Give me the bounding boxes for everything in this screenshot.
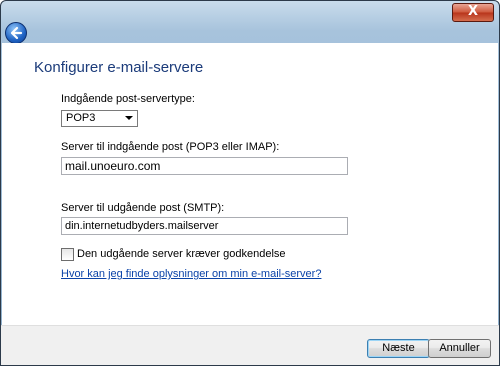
close-button[interactable]: X bbox=[452, 3, 494, 22]
auth-checkbox-label[interactable]: Den udgående server kræver godkendelse bbox=[77, 248, 286, 260]
outgoing-server-input[interactable]: din.internetudbyders.mailserver bbox=[61, 217, 348, 235]
title-bar: X bbox=[1, 1, 499, 22]
back-button[interactable] bbox=[5, 22, 27, 44]
cancel-button[interactable]: Annuller bbox=[428, 339, 491, 358]
back-arrow-icon bbox=[10, 26, 23, 40]
navigation-bar bbox=[1, 21, 499, 44]
incoming-type-select[interactable]: POP3 bbox=[61, 110, 138, 127]
wizard-content: Konfigurer e-mail-servere Indgående post… bbox=[2, 43, 498, 325]
incoming-server-label: Server til indgående post (POP3 eller IM… bbox=[61, 141, 280, 153]
incoming-type-label: Indgående post-servertype: bbox=[61, 93, 195, 105]
wizard-footer: Næste Annuller bbox=[1, 325, 499, 365]
auth-checkbox[interactable] bbox=[61, 248, 74, 261]
wizard-window: X Konfigurer e-mail-servere Indgående po… bbox=[0, 0, 500, 366]
page-title: Konfigurer e-mail-servere bbox=[34, 59, 204, 76]
outgoing-server-label: Server til udgående post (SMTP): bbox=[61, 202, 225, 214]
help-link[interactable]: Hvor kan jeg finde oplysninger om min e-… bbox=[61, 268, 321, 280]
incoming-type-value: POP3 bbox=[66, 112, 96, 124]
incoming-server-input[interactable]: mail.unoeuro.com bbox=[61, 157, 348, 175]
chevron-down-icon bbox=[125, 116, 133, 120]
next-button[interactable]: Næste bbox=[367, 339, 430, 358]
